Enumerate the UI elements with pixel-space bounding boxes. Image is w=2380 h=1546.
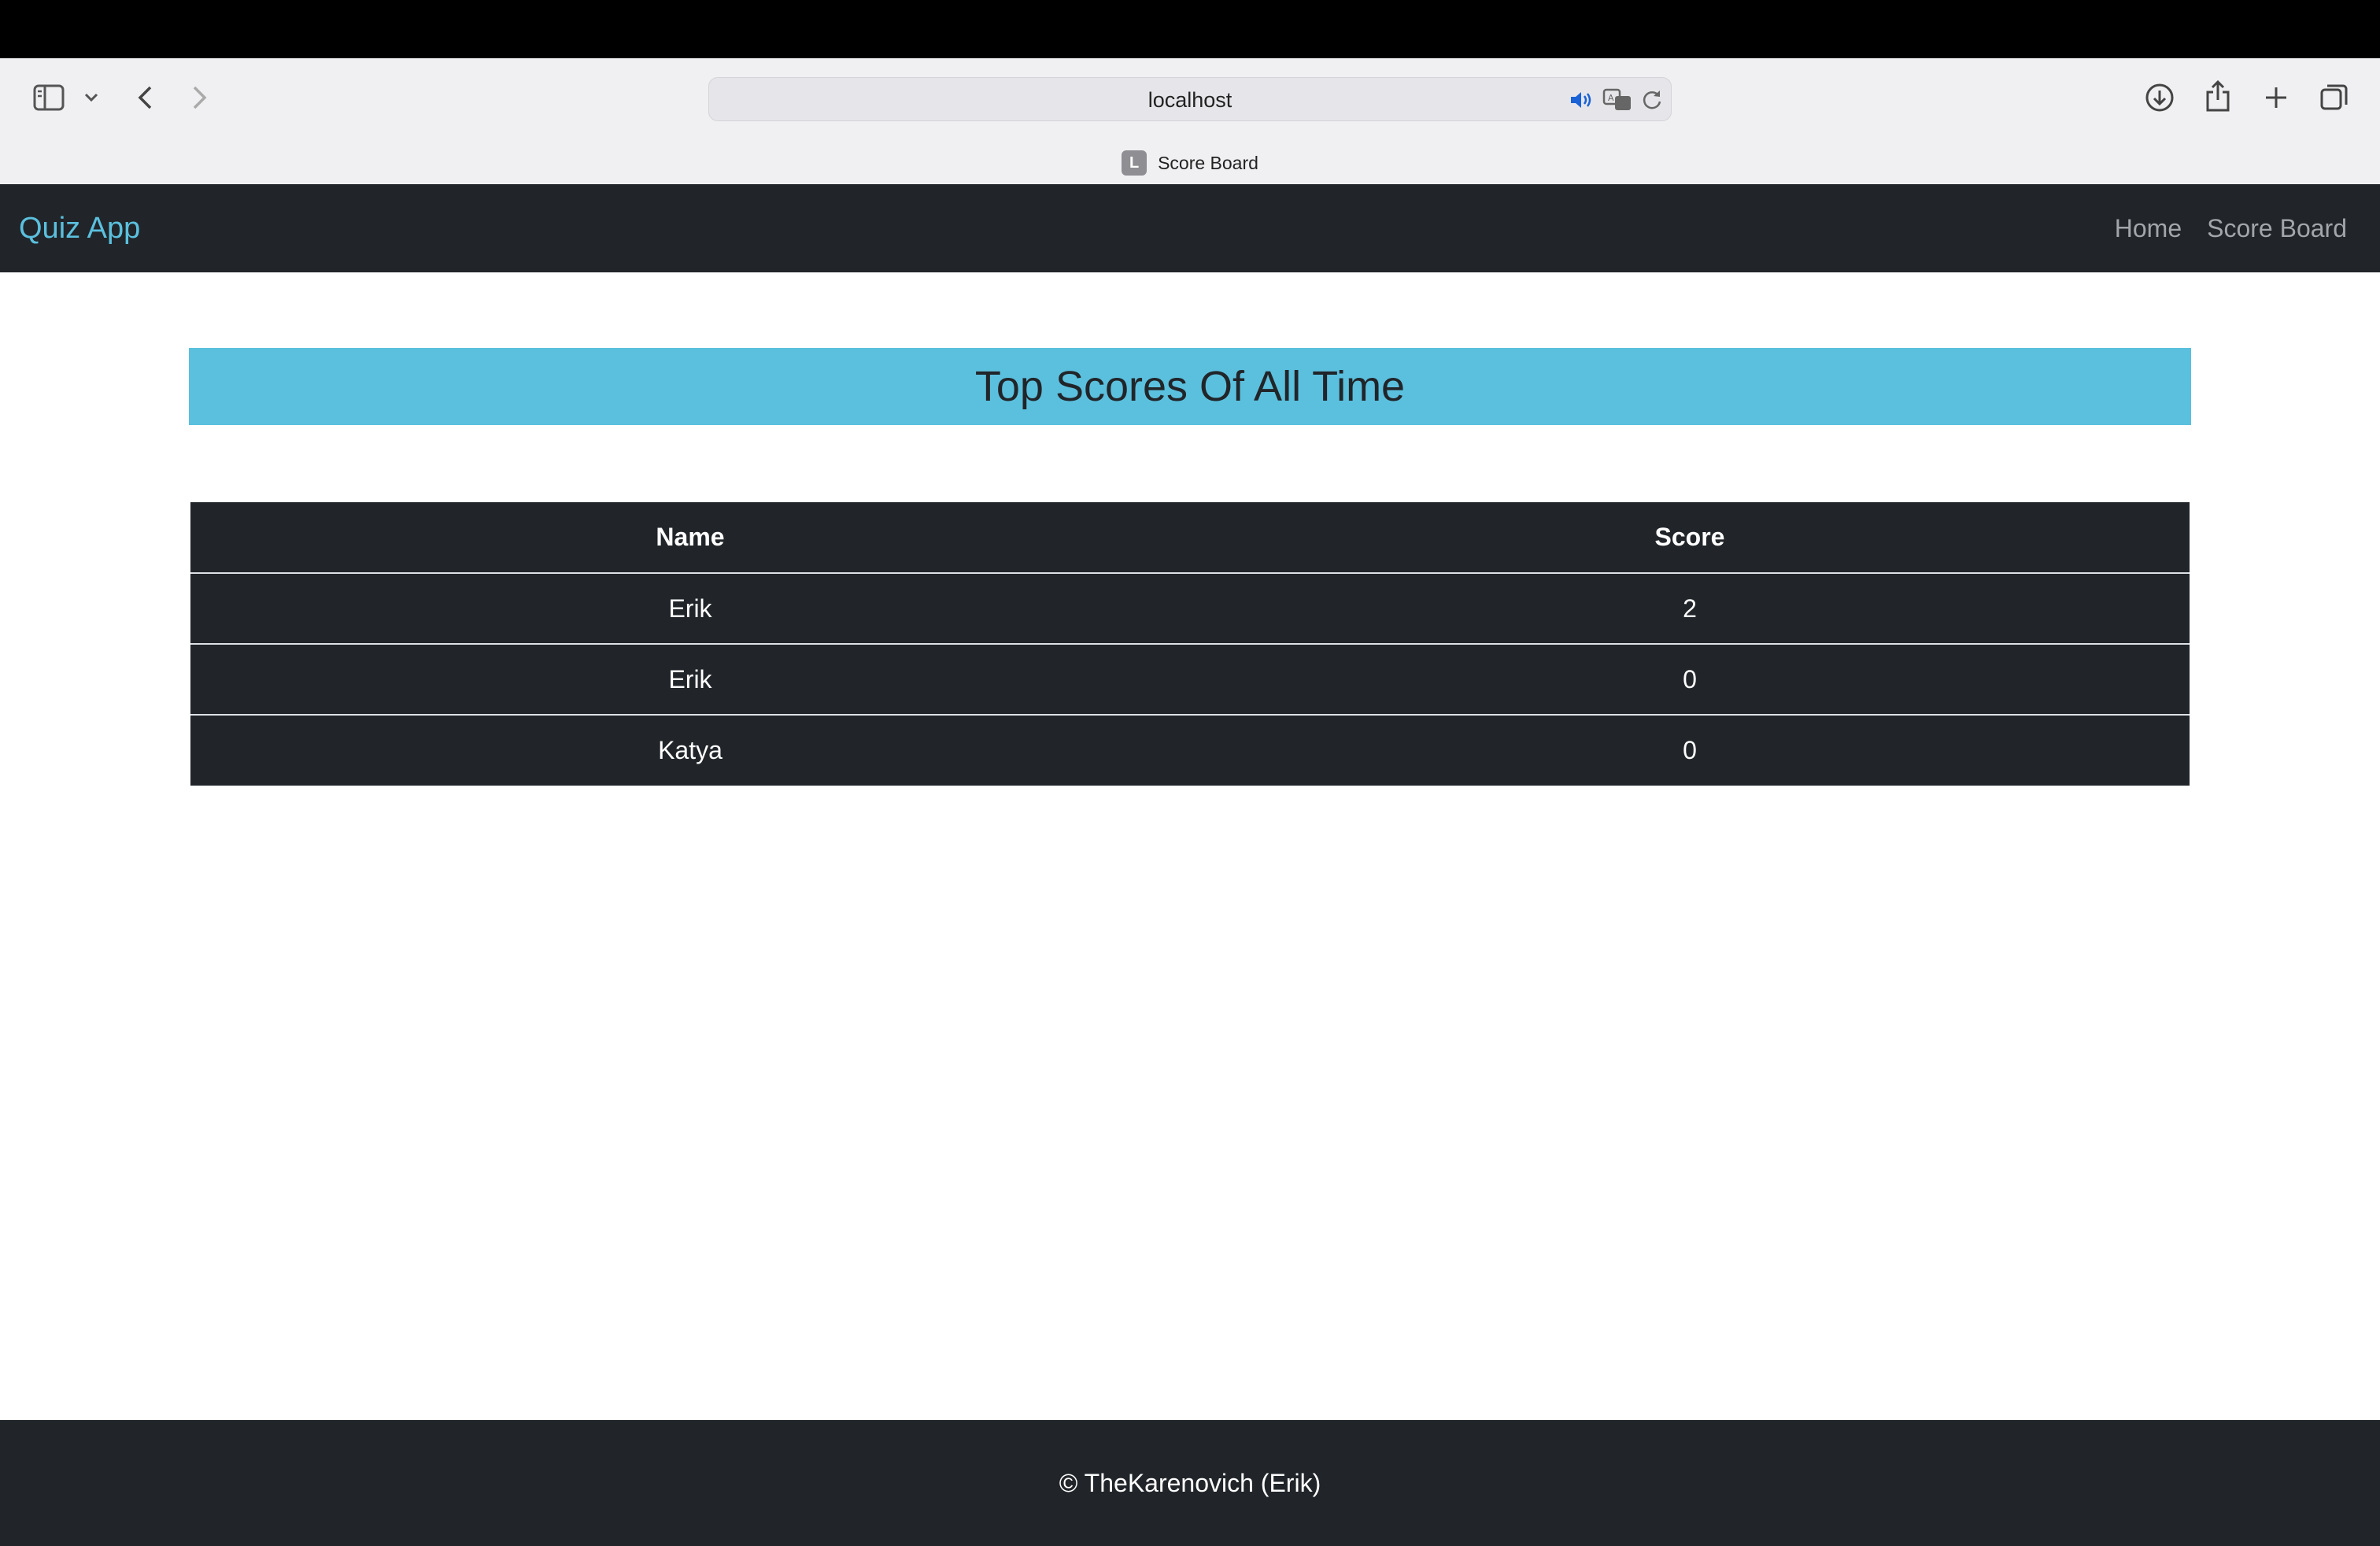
translate-icon[interactable]: A <box>1602 86 1633 114</box>
column-header-score: Score <box>1654 523 1725 551</box>
back-icon[interactable] <box>131 80 159 115</box>
cell-name: Erik <box>190 572 1190 644</box>
reload-icon[interactable] <box>1639 87 1665 113</box>
column-header-name: Name <box>656 523 725 551</box>
sidebar-icon[interactable] <box>30 79 68 117</box>
table-row: Erik 2 <box>190 572 2190 644</box>
svg-text:A: A <box>1608 93 1614 103</box>
tab-favicon: L <box>1122 150 1148 176</box>
new-tab-icon[interactable] <box>2259 80 2293 115</box>
nav-link-home[interactable]: Home <box>2115 214 2182 243</box>
tab[interactable]: L Score Board <box>0 145 2380 181</box>
score-table: Name Score Erik 2 Erik 0 Katya 0 <box>190 502 2190 786</box>
forward-icon[interactable] <box>186 80 214 115</box>
cell-score: 0 <box>1190 714 2190 786</box>
download-icon[interactable] <box>2142 80 2177 115</box>
nav-link-score-board[interactable]: Score Board <box>2207 214 2347 243</box>
page: localhost A L Score Board Quiz App Home … <box>0 0 2380 1546</box>
cell-name: Erik <box>190 643 1190 715</box>
nav-links: Home Score Board <box>2115 184 2347 272</box>
title-banner: Top Scores Of All Time <box>189 348 2191 425</box>
cell-score: 2 <box>1190 572 2190 644</box>
footer: © TheKarenovich (Erik) <box>0 1420 2380 1546</box>
share-icon[interactable] <box>2201 77 2235 115</box>
tab-overview-icon[interactable] <box>2317 80 2352 115</box>
cell-name: Katya <box>190 714 1190 786</box>
footer-copyright: © TheKarenovich (Erik) <box>1059 1468 1321 1497</box>
top-strip <box>0 0 2380 58</box>
url-text: localhost <box>1148 88 1232 112</box>
cell-score: 0 <box>1190 643 2190 715</box>
table-header-row: Name Score <box>190 502 2190 573</box>
table-row: Erik 0 <box>190 643 2190 715</box>
browser-toolbar: localhost A L Score Board <box>0 58 2380 184</box>
tab-title: Score Board <box>1158 152 1258 173</box>
address-bar[interactable]: localhost A <box>708 77 1672 121</box>
brand-link[interactable]: Quiz App <box>19 184 140 272</box>
chevron-down-icon[interactable] <box>82 87 101 109</box>
navbar: Quiz App Home Score Board <box>0 184 2380 272</box>
table-row: Katya 0 <box>190 714 2190 786</box>
page-title: Top Scores Of All Time <box>974 363 1406 410</box>
speaker-icon[interactable] <box>1569 87 1595 113</box>
